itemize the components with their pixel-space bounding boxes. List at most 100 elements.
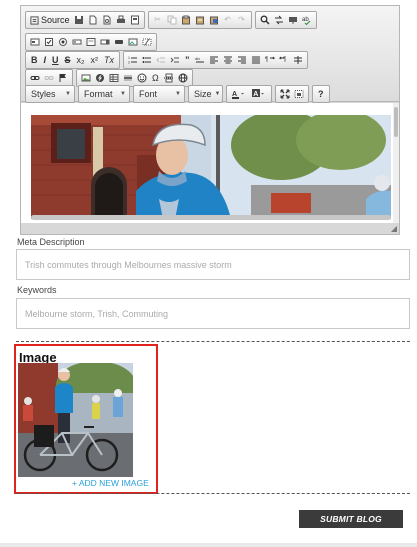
indent-icon[interactable] [169,53,181,67]
editor-toolbar: Source ✂ ↶ ↷ ab B I U S x₂ x² Tx 1 2 ” d… [21,6,399,103]
meta-description-input[interactable] [16,249,410,280]
cyclist-photo [31,115,391,219]
image-thumbnail[interactable] [18,363,133,477]
font-label: Font [139,89,158,99]
justify-icon[interactable] [250,53,262,67]
image-icon[interactable] [80,71,92,85]
align-center-icon[interactable] [222,53,234,67]
numbered-list-icon[interactable]: 12 [127,53,139,67]
svg-text:A: A [232,91,237,98]
paste-text-icon[interactable] [194,13,206,27]
paste-icon[interactable] [180,13,192,27]
replace-icon[interactable] [273,13,285,27]
source-button[interactable]: Source [28,15,72,25]
chevron-down-icon: ▼ [120,91,126,97]
redo-icon[interactable]: ↷ [236,13,248,27]
chevron-down-icon: ▼ [175,91,181,97]
footer-bar [0,543,417,547]
strike-button[interactable]: S [63,53,73,67]
anchor-flag-icon[interactable] [57,71,69,85]
blockquote-icon[interactable]: ” [183,53,192,67]
editor-vertical-scrollbar[interactable] [393,103,399,223]
text-color-icon[interactable]: A [230,87,248,101]
link-icon[interactable] [29,71,41,85]
new-page-icon[interactable] [87,13,99,27]
bold-button[interactable]: B [29,53,40,67]
radio-icon[interactable] [57,35,69,49]
tools-group [275,85,309,103]
remove-format-button[interactable]: Tx [102,53,116,67]
select-field-icon[interactable] [99,35,111,49]
copy-icon[interactable] [166,13,178,27]
section-divider-top [16,341,410,342]
cut-icon[interactable]: ✂ [152,13,164,27]
page-break-icon[interactable] [163,71,175,85]
smiley-icon[interactable] [136,71,148,85]
outdent-icon[interactable] [155,53,167,67]
print-icon[interactable] [115,13,127,27]
meta-description-label: Meta Description [17,237,85,247]
forms-group [25,33,157,51]
clipboard-group: ✂ ↶ ↷ [147,11,252,29]
checkbox-icon[interactable] [43,35,55,49]
editor-content-area[interactable] [21,103,399,223]
toolbar-row-1: Source ✂ ↶ ↷ ab [25,11,317,29]
textarea-icon[interactable] [85,35,97,49]
scroll-thumb[interactable] [394,107,398,137]
styles-label: Styles [31,89,56,99]
special-char-icon[interactable]: Ω [150,71,161,85]
preview-icon[interactable] [101,13,113,27]
editor-horizontal-scrollbar[interactable] [31,215,391,220]
rtl-icon[interactable]: ¶ [278,53,290,67]
subscript-button[interactable]: x₂ [75,53,87,67]
text-field-icon[interactable] [71,35,83,49]
find-icon[interactable] [259,13,271,27]
save-icon[interactable] [73,13,85,27]
font-dropdown[interactable]: Font ▼ [133,85,185,103]
svg-text:div: div [195,56,200,61]
align-left-icon[interactable] [208,53,220,67]
source-label: Source [41,15,70,25]
flash-icon[interactable] [94,71,106,85]
language-icon[interactable] [292,53,304,67]
select-all-icon[interactable] [287,13,299,27]
iframe-globe-icon[interactable] [177,71,189,85]
toolbar-row-2 [25,33,157,51]
spellcheck-icon[interactable]: ab [301,13,313,27]
add-new-image-link[interactable]: + ADD NEW IMAGE [72,478,149,488]
svg-text:2: 2 [128,61,130,65]
format-dropdown[interactable]: Format ▼ [78,85,130,103]
ltr-icon[interactable]: ¶ [264,53,276,67]
unlink-icon[interactable] [43,71,55,85]
button-field-icon[interactable] [113,35,125,49]
svg-text:A: A [253,91,258,98]
image-button-icon[interactable] [127,35,139,49]
svg-text:1: 1 [128,56,130,60]
styles-dropdown[interactable]: Styles ▼ [25,85,75,103]
underline-button[interactable]: U [50,53,61,67]
editor-content-image[interactable] [31,115,391,219]
templates-icon[interactable] [129,13,141,27]
div-container-icon[interactable]: div [194,53,206,67]
undo-icon[interactable]: ↶ [222,13,234,27]
bulleted-list-icon[interactable] [141,53,153,67]
align-right-icon[interactable] [236,53,248,67]
bg-color-icon[interactable]: A [250,87,268,101]
table-icon[interactable] [108,71,120,85]
show-blocks-icon[interactable] [293,87,305,101]
horizontal-line-icon[interactable] [122,71,134,85]
maximize-icon[interactable] [279,87,291,101]
superscript-button[interactable]: x² [89,53,101,67]
paste-word-icon[interactable] [208,13,220,27]
hidden-field-icon[interactable] [141,35,153,49]
resize-handle-icon[interactable]: ◢ [391,224,397,233]
form-icon[interactable] [29,35,41,49]
help-button[interactable]: ? [316,87,326,101]
size-label: Size [194,89,212,99]
size-dropdown[interactable]: Size ▼ [188,85,223,103]
toolbar-row-5: Styles ▼ Format ▼ Font ▼ Size ▼ A A ? [25,85,330,103]
submit-blog-button[interactable]: SUBMIT BLOG [299,510,403,528]
format-label: Format [84,89,113,99]
keywords-input[interactable] [16,298,410,329]
italic-button[interactable]: I [42,53,49,67]
